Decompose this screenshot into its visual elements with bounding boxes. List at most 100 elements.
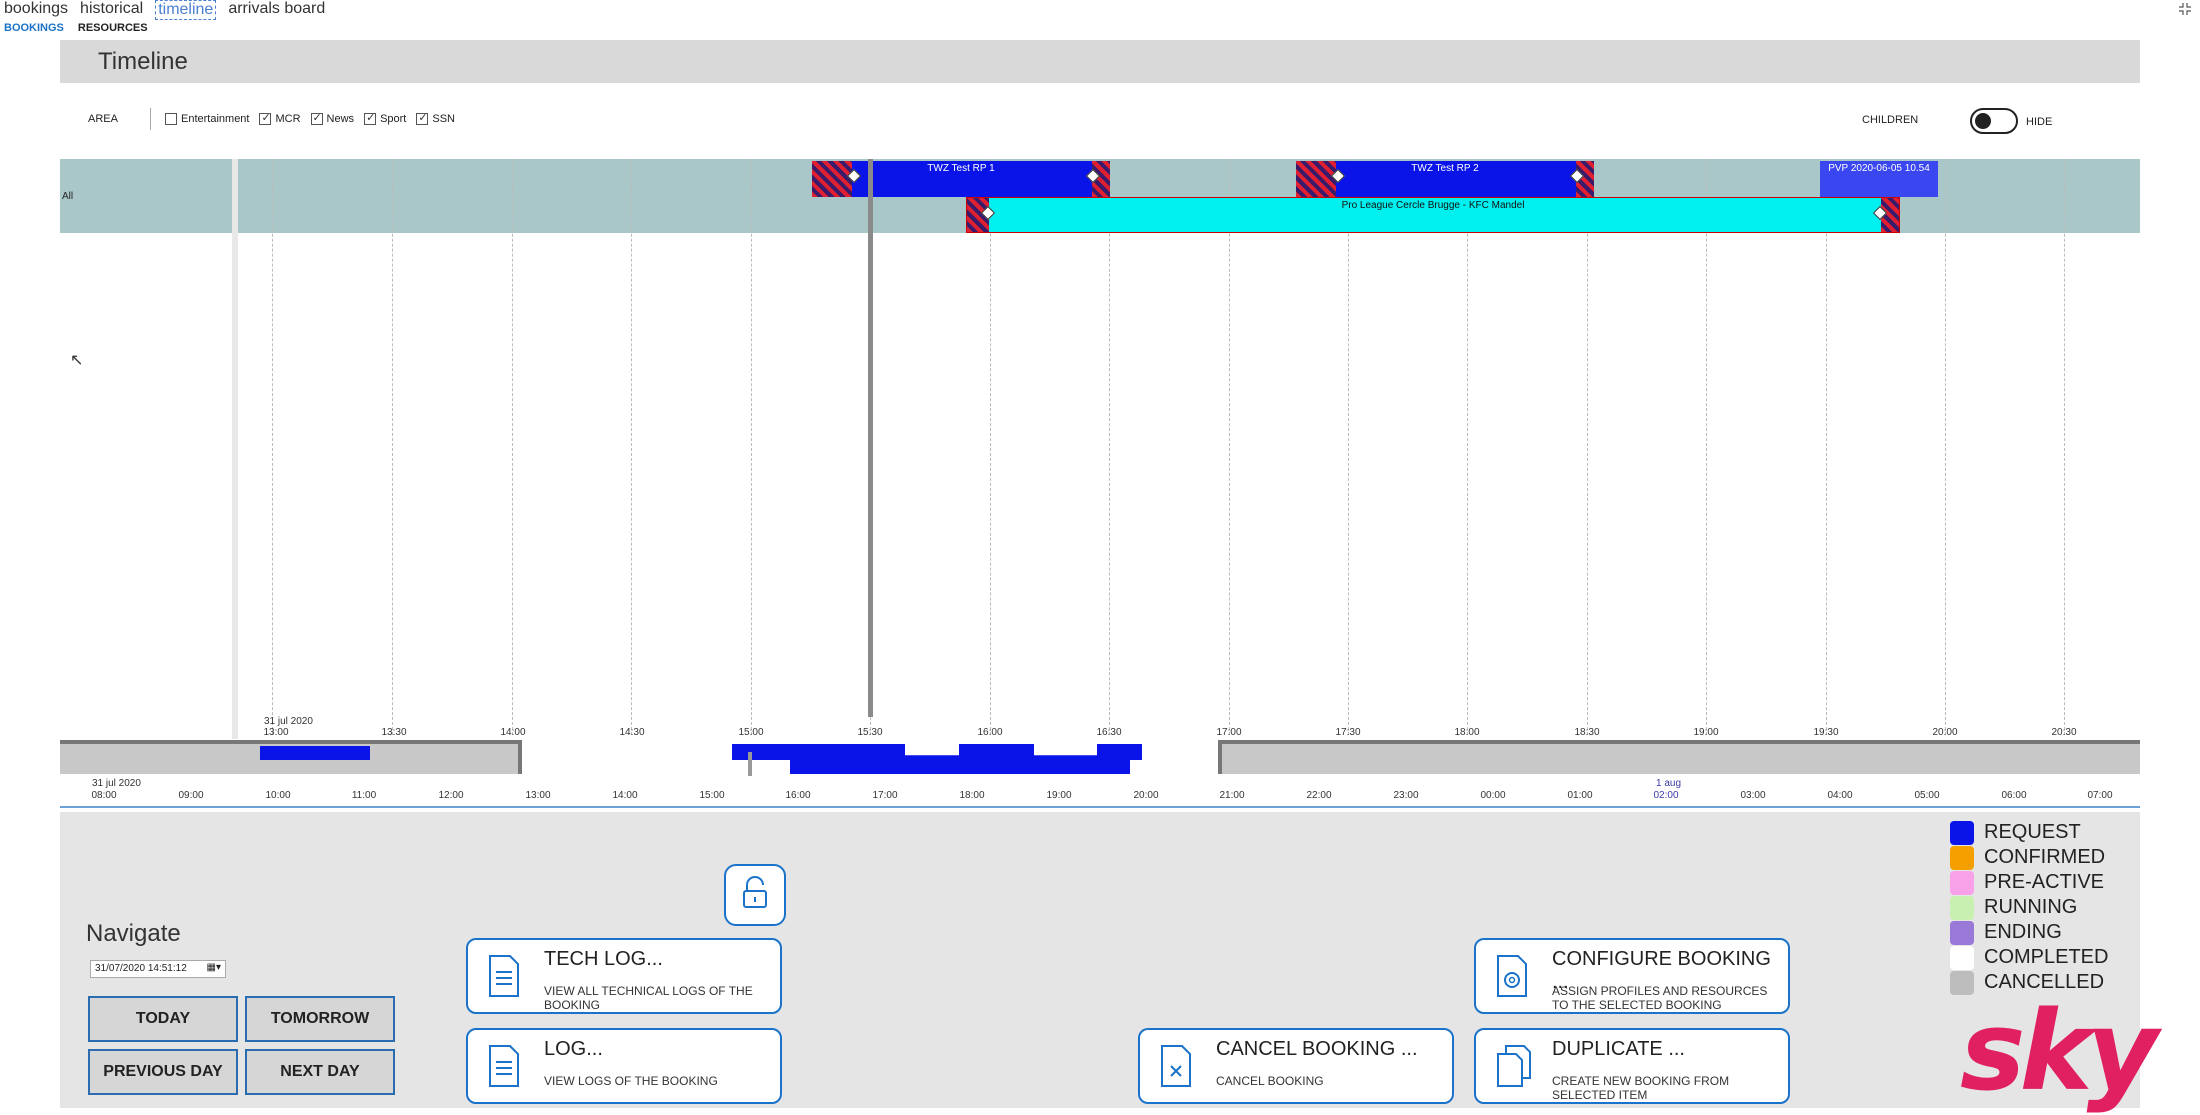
action-desc: CANCEL BOOKING	[1216, 1074, 1324, 1088]
tick-label: 11:00	[351, 790, 377, 801]
overview-booking	[790, 758, 1130, 774]
next-day-button[interactable]: NEXT DAY	[245, 1049, 395, 1095]
previous-day-button[interactable]: PREVIOUS DAY	[88, 1049, 238, 1095]
tick-label: 20:30	[2051, 727, 2077, 738]
filter-mcr[interactable]: MCR	[259, 111, 301, 125]
overview-handle-right[interactable]	[1218, 740, 1222, 774]
gridline	[2064, 159, 2065, 735]
tick-label: 18:30	[1574, 727, 1600, 738]
booking-twz-test-rp-2[interactable]: TWZ Test RP 2	[1296, 161, 1594, 197]
tick-label: 18:00	[959, 790, 985, 801]
tick-label: 14:30	[619, 727, 645, 738]
legend-item: ENDING	[1950, 920, 2108, 945]
action-desc: ASSIGN PROFILES AND RESOURCES TO THE SEL…	[1552, 984, 1768, 1012]
subnav-resources[interactable]: RESOURCES	[78, 22, 148, 34]
tick-label: 03:00	[1740, 790, 1766, 801]
datetime-picker[interactable]: 31/07/2020 14:51:12 ▦▾	[90, 960, 226, 978]
settings-document-icon	[1496, 954, 1528, 998]
legend-swatch	[1950, 870, 1974, 895]
action-title: LOG...	[544, 1038, 603, 1060]
calendar-icon[interactable]: ▦▾	[207, 962, 221, 973]
tick-label: 19:30	[1813, 727, 1839, 738]
tick-label: 07:00	[2087, 790, 2113, 801]
cancel-document-icon	[1160, 1044, 1192, 1088]
tick-label: 16:00	[785, 790, 811, 801]
tick-label: 02:00	[1653, 790, 1679, 801]
action-title: DUPLICATE ...	[1552, 1038, 1685, 1060]
filter-ssn[interactable]: SSN	[416, 111, 455, 125]
checkbox[interactable]	[310, 111, 323, 125]
gridline	[1945, 159, 1946, 735]
tick-label: 17:00	[872, 790, 898, 801]
checkbox[interactable]	[259, 111, 272, 125]
legend-label: PRE-ACTIVE	[1984, 871, 2105, 893]
gridline	[512, 159, 513, 735]
document-icon	[488, 1044, 520, 1088]
filter-news[interactable]: News	[310, 111, 354, 125]
overview-booking	[260, 746, 370, 760]
nav-tab-historical[interactable]: historical	[80, 0, 143, 20]
gridline	[1109, 159, 1110, 735]
tick-label: 15:00	[699, 790, 725, 801]
tick-label: 17:00	[1216, 727, 1242, 738]
nav-tab-bookings[interactable]: bookings	[4, 0, 68, 20]
title-bar: Timeline	[60, 40, 2140, 83]
tick-label: 15:00	[738, 727, 764, 738]
checkbox[interactable]	[364, 111, 377, 125]
action-desc: VIEW ALL TECHNICAL LOGS OF THE BOOKING	[544, 984, 753, 1012]
gridline	[392, 159, 393, 735]
gridline	[990, 159, 991, 735]
tick-label: 14:00	[500, 727, 526, 738]
tomorrow-button[interactable]: TOMORROW	[245, 996, 395, 1042]
cancel-booking-button[interactable]: CANCEL BOOKING ... CANCEL BOOKING	[1138, 1028, 1454, 1104]
booking-pro-league[interactable]: Pro League Cercle Brugge - KFC Mandel	[966, 197, 1900, 233]
filter-sport[interactable]: Sport	[364, 111, 406, 125]
today-button[interactable]: TODAY	[88, 996, 238, 1042]
legend-item: REQUEST	[1950, 820, 2108, 845]
log-button[interactable]: LOG... VIEW LOGS OF THE BOOKING	[466, 1028, 782, 1104]
legend-item: COMPLETED	[1950, 945, 2108, 970]
overview-masked-right[interactable]	[1218, 740, 2140, 774]
filter-label: Entertainment	[181, 113, 250, 125]
sky-logo: sky	[1960, 987, 2158, 1115]
tick-label: 15:30	[857, 727, 883, 738]
subnav-bookings[interactable]: BOOKINGS	[4, 22, 64, 34]
booking-pvp[interactable]: PVP 2020-06-05 10.54	[1820, 161, 1938, 197]
sub-nav: BOOKINGS RESOURCES	[4, 22, 148, 34]
duplicate-icon	[1496, 1044, 1531, 1088]
tick-label: 18:00	[1454, 727, 1480, 738]
legend-label: CONFIRMED	[1984, 846, 2106, 868]
tick-label: 20:00	[1133, 790, 1159, 801]
gridline	[1229, 159, 1230, 735]
timeline-date: 31 jul 2020	[264, 716, 313, 727]
tick-label: 01:00	[1567, 790, 1593, 801]
configure-booking-button[interactable]: CONFIGURE BOOKING ... ASSIGN PROFILES AN…	[1474, 938, 1790, 1014]
legend-swatch	[1950, 895, 1974, 920]
filter-entertainment[interactable]: Entertainment	[165, 113, 249, 125]
checkbox[interactable]	[416, 111, 429, 125]
divider	[150, 108, 151, 130]
booking-twz-test-rp-1[interactable]: TWZ Test RP 1	[812, 161, 1110, 197]
tick-label: 17:30	[1335, 727, 1361, 738]
tick-label: 10:00	[265, 790, 291, 801]
duplicate-button[interactable]: DUPLICATE ... CREATE NEW BOOKING FROM SE…	[1474, 1028, 1790, 1104]
unlock-button[interactable]	[724, 864, 786, 926]
checkbox[interactable]	[165, 113, 177, 125]
area-label: AREA	[88, 113, 118, 125]
tick-label: 08:00	[91, 790, 117, 801]
tech-log-button[interactable]: TECH LOG... VIEW ALL TECHNICAL LOGS OF T…	[466, 938, 782, 1014]
current-time-marker[interactable]	[868, 159, 873, 717]
tick-label: 14:00	[612, 790, 638, 801]
nav-tab-timeline[interactable]: timeline	[155, 0, 217, 20]
gridline	[631, 159, 632, 735]
tick-label: 16:30	[1096, 727, 1122, 738]
collapse-icon[interactable]	[2178, 2, 2192, 16]
tick-label: 13:00	[263, 727, 289, 738]
gridline	[1467, 159, 1468, 735]
legend-item: RUNNING	[1950, 895, 2108, 920]
gridline	[1706, 159, 1707, 735]
legend-swatch	[1950, 820, 1974, 845]
nav-tab-arrivals-board[interactable]: arrivals board	[228, 0, 325, 20]
children-toggle[interactable]	[1970, 108, 2018, 134]
overview-handle-left[interactable]	[518, 740, 522, 774]
